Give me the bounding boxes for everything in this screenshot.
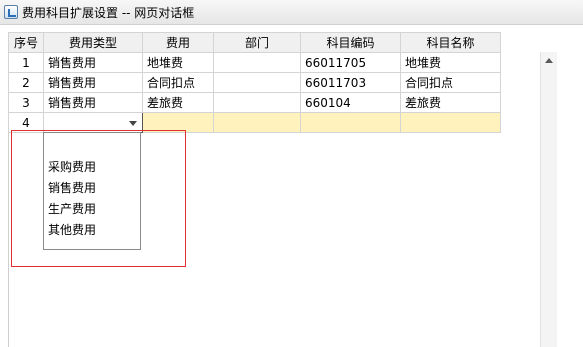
cell-dept[interactable] <box>213 92 301 113</box>
vertical-scrollbar[interactable] <box>540 52 557 347</box>
dialog-icon <box>4 5 18 19</box>
cell-name[interactable]: 地堆费 <box>400 52 501 73</box>
cell-type[interactable]: 销售费用 <box>43 72 143 93</box>
col-header-type[interactable]: 费用类型 <box>43 32 143 53</box>
cell-dept[interactable] <box>213 72 301 93</box>
cell-code[interactable]: 660104 <box>300 92 401 113</box>
col-header-expense[interactable]: 费用 <box>142 32 214 53</box>
table-row[interactable]: 1 销售费用 地堆费 66011705 地堆费 <box>8 52 501 73</box>
col-header-num[interactable]: 序号 <box>8 32 44 53</box>
cell-dept[interactable] <box>213 112 301 133</box>
cell-code[interactable]: 66011705 <box>300 52 401 73</box>
cell-expense[interactable]: 合同扣点 <box>142 72 214 93</box>
title-bar: 费用科目扩展设置 -- 网页对话框 <box>0 0 583 25</box>
col-header-code[interactable]: 科目编码 <box>300 32 401 53</box>
annotation-highlight-box <box>11 130 186 267</box>
cell-code[interactable]: 66011703 <box>300 72 401 93</box>
row-number: 3 <box>8 92 44 113</box>
cell-type[interactable]: 销售费用 <box>43 92 143 113</box>
cell-name[interactable]: 合同扣点 <box>400 72 501 93</box>
cell-dept[interactable] <box>213 52 301 73</box>
row-number: 1 <box>8 52 44 73</box>
row-number: 2 <box>8 72 44 93</box>
cell-name[interactable] <box>400 112 501 133</box>
grid-header-row: 序号 费用类型 费用 部门 科目编码 科目名称 <box>8 32 501 53</box>
table-row[interactable]: 3 销售费用 差旅费 660104 差旅费 <box>8 92 501 113</box>
cell-expense[interactable]: 地堆费 <box>142 52 214 73</box>
col-header-dept[interactable]: 部门 <box>213 32 301 53</box>
expense-grid: 序号 费用类型 费用 部门 科目编码 科目名称 1 销售费用 地堆费 66011… <box>8 32 501 133</box>
cell-expense[interactable]: 差旅费 <box>142 92 214 113</box>
window-title: 费用科目扩展设置 -- 网页对话框 <box>22 5 195 20</box>
type-combobox[interactable] <box>45 114 142 132</box>
table-row[interactable]: 2 销售费用 合同扣点 66011703 合同扣点 <box>8 72 501 93</box>
cell-code[interactable] <box>300 112 401 133</box>
scroll-up-icon[interactable] <box>545 58 553 63</box>
cell-type[interactable]: 销售费用 <box>43 52 143 73</box>
cell-name[interactable]: 差旅费 <box>400 92 501 113</box>
col-header-name[interactable]: 科目名称 <box>400 32 501 53</box>
chevron-down-icon[interactable] <box>129 120 137 126</box>
